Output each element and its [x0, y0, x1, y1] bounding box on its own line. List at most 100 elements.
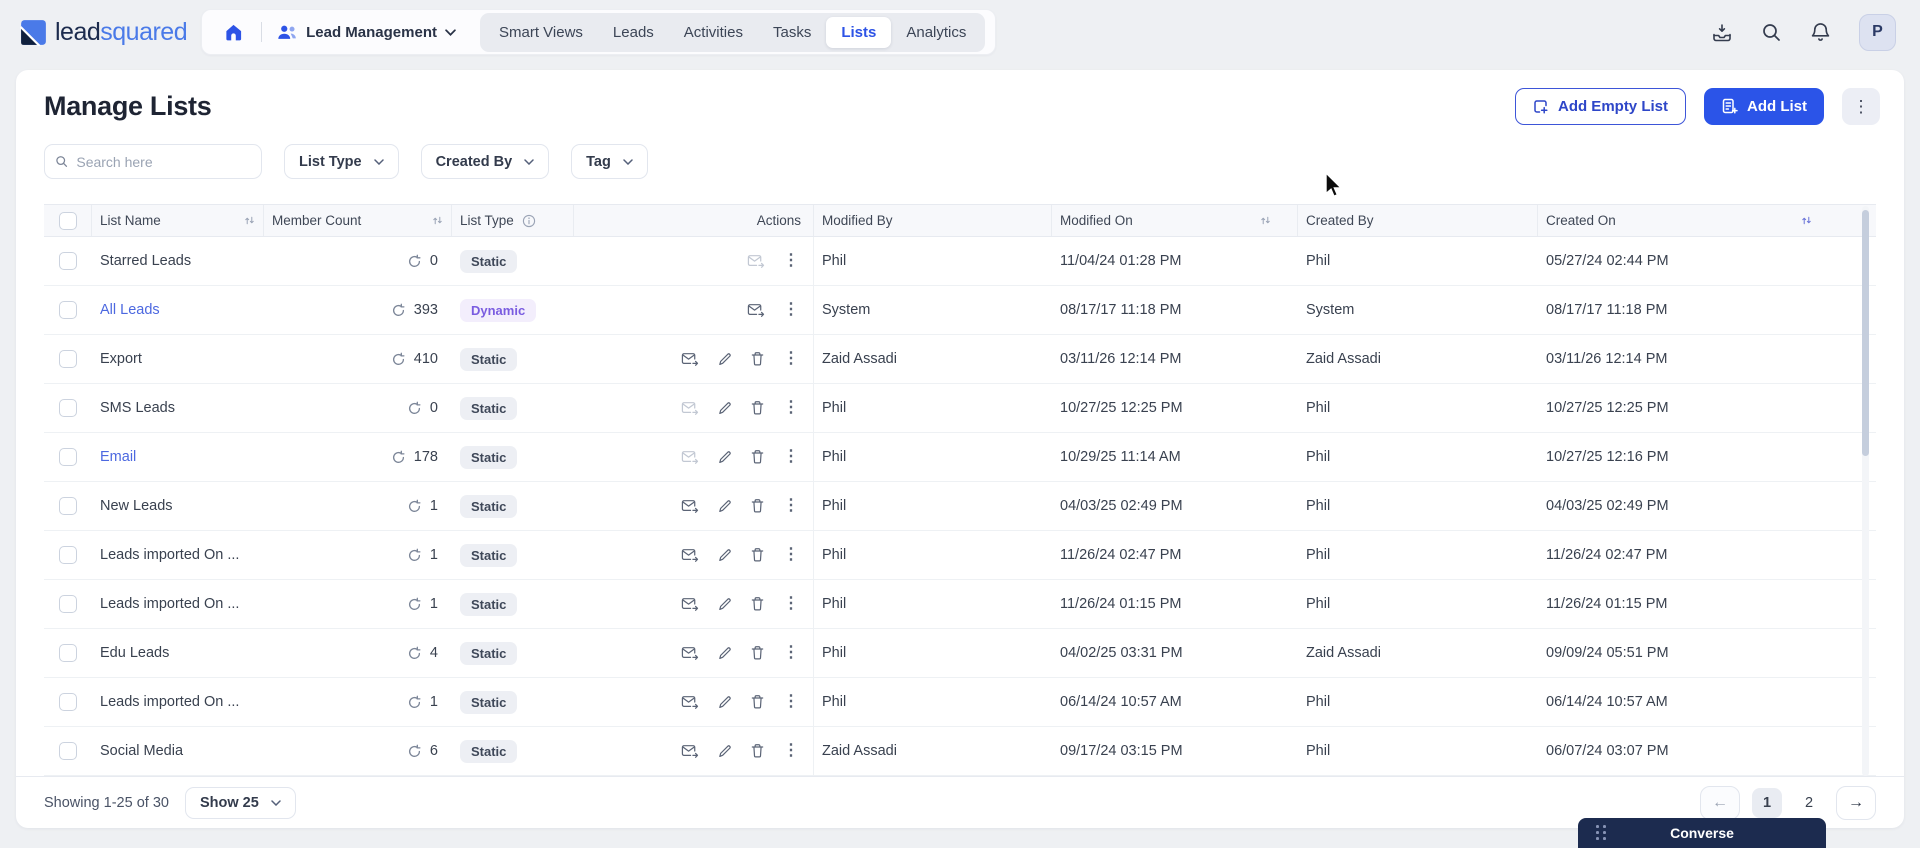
row-more-button[interactable]: ⋮ [783, 400, 799, 416]
refresh-icon[interactable] [407, 499, 422, 514]
table-row[interactable]: Edu Leads 4 Static ⋮ Phil 04/02/25 03:31… [44, 629, 1876, 678]
tab-analytics[interactable]: Analytics [891, 17, 981, 48]
row-checkbox[interactable] [59, 693, 77, 711]
send-email-button[interactable] [681, 547, 699, 563]
row-more-button[interactable]: ⋮ [783, 743, 799, 759]
tab-smart-views[interactable]: Smart Views [484, 17, 598, 48]
workspace-selector[interactable]: Lead Management [272, 23, 466, 41]
col-created-on[interactable]: Created On [1538, 205, 1876, 236]
tab-leads[interactable]: Leads [598, 17, 669, 48]
table-row[interactable]: Social Media 6 Static ⋮ Zaid Assadi 09/1… [44, 727, 1876, 776]
refresh-icon[interactable] [391, 303, 406, 318]
edit-button[interactable] [717, 450, 732, 465]
table-row[interactable]: Leads imported On ... 1 Static [44, 678, 1876, 727]
edit-button[interactable] [717, 548, 732, 563]
table-row[interactable]: New Leads 1 Static ⋮ Phil 04/03/25 02:49… [44, 482, 1876, 531]
search-box[interactable] [44, 144, 262, 179]
table-row[interactable]: Leads imported On ... 1 Static [44, 580, 1876, 629]
send-email-button[interactable] [681, 645, 699, 661]
refresh-icon[interactable] [407, 254, 422, 269]
home-button[interactable] [216, 23, 251, 42]
tab-activities[interactable]: Activities [669, 17, 758, 48]
row-more-button[interactable]: ⋮ [783, 253, 799, 269]
send-email-button[interactable] [747, 302, 765, 318]
row-checkbox[interactable] [59, 448, 77, 466]
list-name[interactable]: SMS Leads [92, 384, 264, 432]
list-name[interactable]: Social Media [92, 727, 264, 775]
refresh-icon[interactable] [407, 646, 422, 661]
row-more-button[interactable]: ⋮ [783, 645, 799, 661]
row-more-button[interactable]: ⋮ [783, 302, 799, 318]
row-checkbox[interactable] [59, 742, 77, 760]
refresh-icon[interactable] [407, 744, 422, 759]
col-list-name[interactable]: List Name [92, 205, 264, 236]
send-email-button[interactable] [681, 449, 699, 465]
list-name[interactable]: Leads imported On ... [92, 580, 264, 628]
refresh-icon[interactable] [391, 450, 406, 465]
tab-lists[interactable]: Lists [826, 16, 892, 48]
row-more-button[interactable]: ⋮ [783, 547, 799, 563]
add-empty-list-button[interactable]: Add Empty List [1514, 88, 1686, 125]
list-name[interactable]: Export [92, 335, 264, 383]
send-email-button[interactable] [681, 351, 699, 367]
inbox-tray-button[interactable] [1711, 22, 1733, 43]
row-checkbox[interactable] [59, 252, 77, 270]
send-email-button[interactable] [681, 498, 699, 514]
page-size-dropdown[interactable]: Show 25 [184, 786, 296, 819]
row-checkbox[interactable] [59, 644, 77, 662]
row-checkbox[interactable] [59, 546, 77, 564]
row-checkbox[interactable] [59, 301, 77, 319]
select-all-checkbox[interactable] [58, 211, 77, 230]
edit-button[interactable] [717, 646, 732, 661]
delete-button[interactable] [750, 498, 765, 514]
delete-button[interactable] [750, 449, 765, 465]
sort-icon[interactable] [1260, 215, 1271, 226]
tab-tasks[interactable]: Tasks [758, 17, 826, 48]
col-member-count[interactable]: Member Count [264, 205, 452, 236]
delete-button[interactable] [750, 743, 765, 759]
info-icon[interactable] [522, 214, 536, 228]
sort-icon[interactable] [1801, 215, 1812, 226]
row-more-button[interactable]: ⋮ [783, 498, 799, 514]
row-checkbox[interactable] [59, 595, 77, 613]
more-options-button[interactable]: ⋮ [1842, 88, 1880, 125]
table-row[interactable]: Leads imported On ... 1 Static [44, 531, 1876, 580]
user-avatar[interactable]: P [1859, 13, 1896, 51]
edit-button[interactable] [717, 695, 732, 710]
row-checkbox[interactable] [59, 497, 77, 515]
refresh-icon[interactable] [407, 548, 422, 563]
col-modified-on[interactable]: Modified On [1052, 205, 1298, 236]
delete-button[interactable] [750, 547, 765, 563]
edit-button[interactable] [717, 352, 732, 367]
table-row[interactable]: Export 410 Static ⋮ Zaid Assadi 03/11/26… [44, 335, 1876, 384]
edit-button[interactable] [717, 499, 732, 514]
notifications-button[interactable] [1810, 21, 1831, 43]
next-page-button[interactable]: → [1836, 785, 1876, 820]
refresh-icon[interactable] [407, 597, 422, 612]
send-email-button[interactable] [681, 400, 699, 416]
page-1-button[interactable]: 1 [1752, 787, 1782, 818]
list-name[interactable]: All Leads [92, 286, 264, 334]
delete-button[interactable] [750, 351, 765, 367]
refresh-icon[interactable] [407, 401, 422, 416]
refresh-icon[interactable] [391, 352, 406, 367]
list-name[interactable]: Email [92, 433, 264, 481]
created-by-filter[interactable]: Created By [420, 144, 550, 179]
send-email-button[interactable] [681, 743, 699, 759]
delete-button[interactable] [750, 400, 765, 416]
refresh-icon[interactable] [407, 695, 422, 710]
row-checkbox[interactable] [59, 399, 77, 417]
row-more-button[interactable]: ⋮ [783, 596, 799, 612]
table-scrollbar-thumb[interactable] [1862, 210, 1869, 456]
table-row[interactable]: Starred Leads 0 Static ⋮ Phil 11/04/24 0… [44, 237, 1876, 286]
row-checkbox[interactable] [59, 350, 77, 368]
delete-button[interactable] [750, 596, 765, 612]
sort-icon[interactable] [244, 215, 255, 226]
delete-button[interactable] [750, 694, 765, 710]
send-email-button[interactable] [681, 596, 699, 612]
table-row[interactable]: Email 178 Static ⋮ Phil 10/29/25 11:14 A… [44, 433, 1876, 482]
tag-filter[interactable]: Tag [571, 144, 648, 179]
list-name[interactable]: Leads imported On ... [92, 531, 264, 579]
converse-widget[interactable]: Converse [1578, 818, 1826, 848]
table-row[interactable]: SMS Leads 0 Static ⋮ Phil 10/27/25 12:25… [44, 384, 1876, 433]
